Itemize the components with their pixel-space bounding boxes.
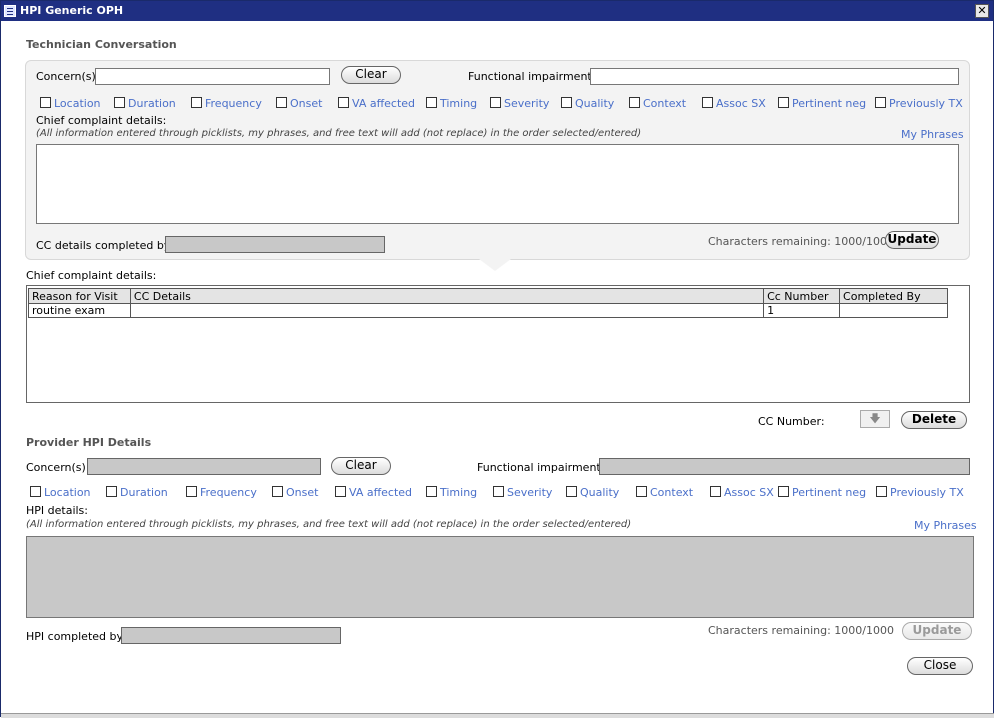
tech-cb-quality[interactable]: Quality xyxy=(561,97,614,111)
provider-details-note: (All information entered through picklis… xyxy=(26,519,632,530)
provider-cb-location[interactable]: Location xyxy=(30,486,91,500)
app-icon xyxy=(4,5,16,17)
tech-cb-va-affected[interactable]: VA affected xyxy=(338,97,415,111)
provider-cb-onset[interactable]: Onset xyxy=(272,486,318,500)
provider-cb-severity[interactable]: Severity xyxy=(493,486,552,500)
provider-cb-timing[interactable]: Timing xyxy=(426,486,477,500)
cell-cc-details xyxy=(129,303,765,318)
tech-completed-by-label: CC details completed by: xyxy=(36,239,174,252)
provider-my-phrases-link[interactable]: My Phrases xyxy=(914,519,977,532)
provider-concerns-input[interactable] xyxy=(87,458,321,475)
delete-button[interactable]: Delete xyxy=(901,411,967,429)
col-completed-by[interactable]: Completed By xyxy=(839,288,948,304)
tech-cb-frequency[interactable]: Frequency xyxy=(191,97,262,111)
cell-reason: routine exam xyxy=(28,303,131,318)
tech-cb-duration[interactable]: Duration xyxy=(114,97,176,111)
provider-clear-button[interactable]: Clear xyxy=(331,457,391,475)
tech-completed-by-field xyxy=(165,236,385,253)
provider-details-textarea[interactable] xyxy=(26,536,974,618)
table-row[interactable]: routine exam 1 xyxy=(28,303,948,318)
arrow-down-icon: 🡇 xyxy=(869,412,881,425)
col-reason-for-visit[interactable]: Reason for Visit xyxy=(28,288,131,304)
window-close-button[interactable]: ✕ xyxy=(975,4,989,18)
tech-my-phrases-link[interactable]: My Phrases xyxy=(901,128,964,141)
provider-completed-by-label: HPI completed by: xyxy=(26,630,126,643)
tech-cb-timing[interactable]: Timing xyxy=(426,97,477,111)
cell-cc-number: 1 xyxy=(763,303,841,318)
tech-functional-label: Functional impairment: xyxy=(468,70,596,83)
cc-number-label: CC Number: xyxy=(758,415,825,428)
provider-completed-by-field xyxy=(121,627,341,644)
provider-functional-input[interactable] xyxy=(599,458,970,475)
tech-cb-onset[interactable]: Onset xyxy=(276,97,322,111)
provider-cb-previously-tx[interactable]: Previously TX xyxy=(876,486,964,500)
provider-cb-duration[interactable]: Duration xyxy=(106,486,168,500)
provider-checkbox-row: Location Duration Frequency Onset VA aff… xyxy=(30,486,975,500)
tech-concerns-label: Concern(s): xyxy=(36,70,100,83)
tech-functional-input[interactable] xyxy=(590,68,959,85)
provider-concerns-label: Concern(s): xyxy=(26,461,90,474)
col-cc-number[interactable]: Cc Number xyxy=(763,288,841,304)
tech-cb-pertinent-neg[interactable]: Pertinent neg xyxy=(778,97,866,111)
tech-checkbox-row: Location Duration Frequency Onset VA aff… xyxy=(40,97,965,111)
hpi-window: HPI Generic OPH ✕ Technician Conversatio… xyxy=(0,0,994,718)
tech-cb-context[interactable]: Context xyxy=(629,97,686,111)
provider-chars-remaining: Characters remaining: 1000/1000 xyxy=(708,624,894,637)
cc-grid-title: Chief complaint details: xyxy=(26,269,157,282)
move-down-button[interactable]: 🡇 xyxy=(860,410,890,428)
col-cc-details[interactable]: CC Details xyxy=(129,288,765,304)
provider-section-title: Provider HPI Details xyxy=(26,436,152,449)
window-title: HPI Generic OPH xyxy=(20,4,124,17)
tech-chars-remaining: Characters remaining: 1000/1000 xyxy=(708,235,894,248)
provider-details-label: HPI details: xyxy=(26,504,88,517)
window-bottom-border xyxy=(1,713,994,718)
provider-cb-va-affected[interactable]: VA affected xyxy=(335,486,412,500)
tech-details-note: (All information entered through picklis… xyxy=(36,128,642,139)
tech-cb-previously-tx[interactable]: Previously TX xyxy=(875,97,963,111)
tech-details-textarea[interactable] xyxy=(36,144,959,224)
provider-functional-label: Functional impairment: xyxy=(477,461,605,474)
tech-update-button[interactable]: Update xyxy=(885,231,939,249)
tech-cb-severity[interactable]: Severity xyxy=(490,97,549,111)
tech-details-label: Chief complaint details: xyxy=(36,114,167,127)
tech-cb-assoc-sx[interactable]: Assoc SX xyxy=(702,97,766,111)
provider-cb-quality[interactable]: Quality xyxy=(566,486,619,500)
tech-cb-location[interactable]: Location xyxy=(40,97,101,111)
provider-cb-pertinent-neg[interactable]: Pertinent neg xyxy=(778,486,866,500)
technician-panel-pointer xyxy=(479,259,511,271)
provider-cb-assoc-sx[interactable]: Assoc SX xyxy=(710,486,774,500)
provider-cb-frequency[interactable]: Frequency xyxy=(186,486,257,500)
technician-section-title: Technician Conversation xyxy=(26,38,177,51)
title-bar: HPI Generic OPH ✕ xyxy=(1,1,993,21)
tech-clear-button[interactable]: Clear xyxy=(341,66,401,84)
provider-update-button[interactable]: Update xyxy=(902,622,972,640)
cc-grid-header: Reason for Visit CC Details Cc Number Co… xyxy=(28,288,948,304)
cell-completed-by xyxy=(839,303,948,318)
close-button[interactable]: Close xyxy=(907,657,973,675)
tech-concerns-input[interactable] xyxy=(95,68,330,85)
provider-cb-context[interactable]: Context xyxy=(636,486,693,500)
cc-grid: Reason for Visit CC Details Cc Number Co… xyxy=(26,285,970,403)
